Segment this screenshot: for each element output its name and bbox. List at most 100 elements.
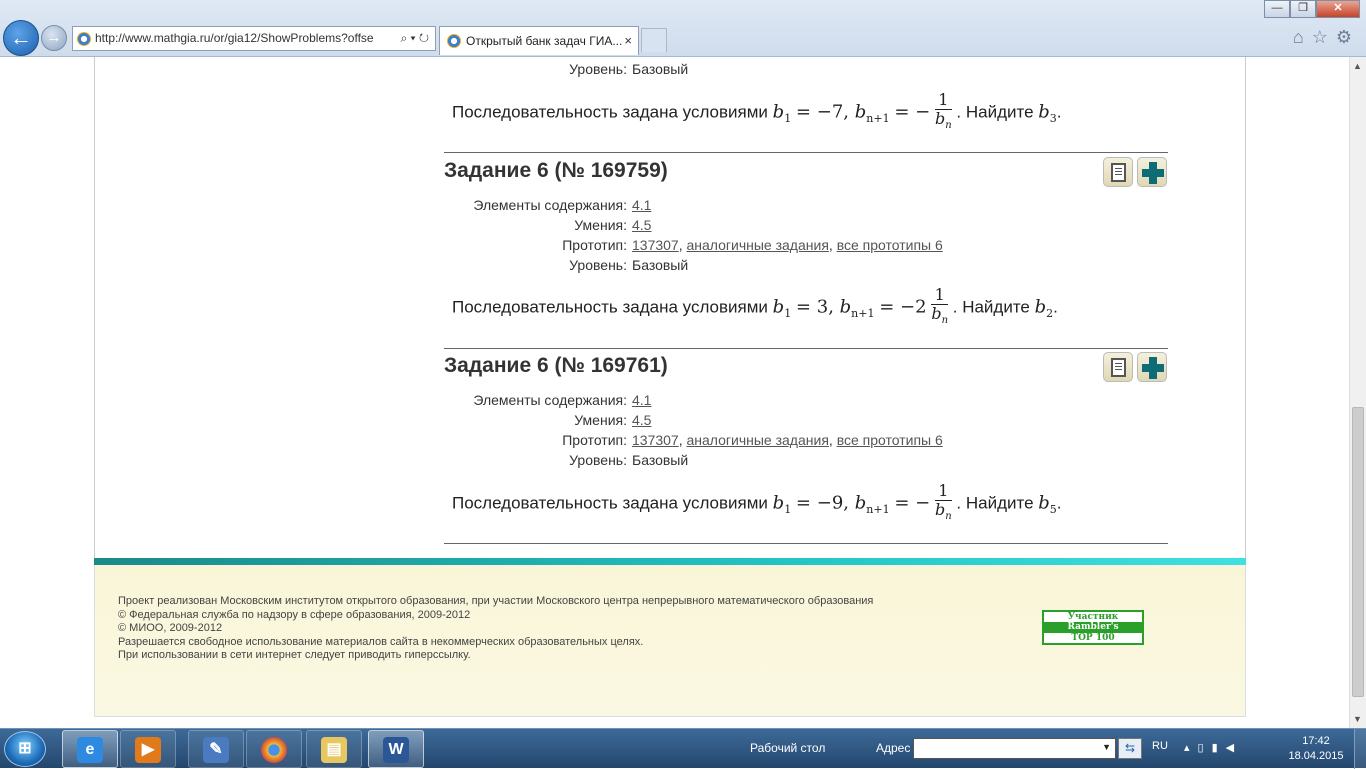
clock-date: 18.04.2015 (1288, 750, 1344, 762)
system-tray[interactable]: ▴▯▮◀ (1184, 741, 1242, 754)
prototype-row: Прототип: 137307, аналогичные задания, в… (562, 432, 943, 448)
rambler-line1: Участник (1067, 612, 1119, 622)
maximize-button[interactable]: ❐ (1290, 0, 1316, 18)
tab-active[interactable]: Открытый банк задач ГИА... × (439, 26, 639, 55)
close-window-button[interactable]: ✕ (1316, 0, 1360, 18)
level-value: Базовый (632, 452, 689, 468)
math-sub: 1 (784, 111, 792, 125)
scroll-thumb[interactable] (1352, 407, 1364, 697)
math-var: b (772, 101, 785, 123)
gear-icon[interactable]: ⚙ (1336, 27, 1360, 47)
problem-suffix: . Найдите (956, 102, 1034, 122)
home-icon[interactable]: ⌂ (1293, 27, 1312, 47)
level-label: Уровень: (569, 452, 627, 468)
rambler-line3: TOP 100 (1044, 632, 1142, 643)
rambler-top100-badge[interactable]: Участник Rambler's TOP 100 (1042, 610, 1144, 645)
prototype-label: Прототип: (562, 237, 627, 253)
add-task-button[interactable] (1137, 157, 1167, 187)
word-icon: W (383, 737, 409, 763)
start-button[interactable]: ⊞ (4, 731, 46, 767)
show-hidden-icons-icon: ▴ (1184, 742, 1198, 754)
taskbar-app-word[interactable]: W (368, 730, 424, 768)
math-sub: 1 (784, 502, 792, 516)
elements-link[interactable]: 4.1 (632, 197, 651, 213)
address-toolbar-label: Адрес (876, 741, 911, 755)
windows-logo-icon: ⊞ (18, 740, 32, 757)
prototype-link[interactable]: 137307 (632, 432, 679, 448)
problem-prefix: Последовательность задана условиями (452, 297, 768, 317)
new-tab-button[interactable] (641, 28, 667, 52)
elements-row: Элементы содержания: 4.1 (0, 197, 1349, 217)
print-task-button[interactable] (1103, 157, 1133, 187)
scroll-up-icon[interactable]: ▲ (1353, 61, 1362, 71)
forward-button[interactable]: → (41, 25, 67, 51)
task-divider (444, 348, 1168, 349)
media-player-icon: ▶ (135, 737, 161, 763)
document-icon (1111, 163, 1126, 182)
math-rhs: −7 (816, 101, 844, 123)
address-controls[interactable]: ⌕ ▾ ↻ (396, 27, 429, 50)
address-bar[interactable]: http://www.mathgia.ru/or/gia12/ShowProbl… (72, 26, 436, 51)
vertical-scrollbar[interactable]: ▲ ▼ (1349, 57, 1366, 728)
back-button[interactable]: ← (3, 20, 39, 56)
show-desktop-button[interactable] (1354, 729, 1366, 769)
math-fraction: 1 bn (931, 285, 949, 327)
skills-row: Умения: 4.5 (0, 217, 1349, 237)
window-controls: — ❐ ✕ (1264, 0, 1360, 18)
math-var: b (772, 492, 785, 514)
math-sub: n+1 (866, 502, 890, 516)
elements-row: Элементы содержания: 4.1 (0, 392, 1349, 412)
print-task-button[interactable] (1103, 352, 1133, 382)
star-icon[interactable]: ☆ (1312, 27, 1336, 47)
level-row: Уровень: Базовый (0, 257, 1349, 277)
url-text: http://www.mathgia.ru/or/gia12/ShowProbl… (95, 31, 374, 45)
all-prototypes-link[interactable]: все прототипы 6 (837, 237, 943, 253)
tab-close-icon[interactable]: × (624, 27, 632, 55)
problem-text: Последовательность задана условиями b1 =… (452, 286, 1058, 330)
math-sign: − (915, 492, 931, 514)
clock[interactable]: 17:42 18.04.2015 (1286, 734, 1346, 764)
problem-prefix: Последовательность задана условиями (452, 102, 768, 122)
similar-tasks-link[interactable]: аналогичные задания (687, 432, 829, 448)
windows-taskbar: ⊞ e ▶ ✎ ▤ W Рабочий стол Адрес ⇆ RU ▴▯▮◀… (0, 728, 1366, 769)
task-title: Задание 6 (№ 169761) (444, 354, 668, 377)
footer-line: Проект реализован Московским институтом … (118, 595, 874, 607)
elements-link[interactable]: 4.1 (632, 392, 651, 408)
task-divider (444, 152, 1168, 153)
taskbar-address-input[interactable] (913, 738, 1116, 759)
similar-tasks-link[interactable]: аналогичные задания (687, 237, 829, 253)
prototype-label: Прототип: (562, 432, 627, 448)
prototype-link[interactable]: 137307 (632, 237, 679, 253)
minimize-button[interactable]: — (1264, 0, 1290, 18)
footer-text: Проект реализован Московским институтом … (118, 595, 873, 663)
taskbar-app-explorer[interactable]: ▤ (306, 730, 362, 768)
taskbar-app-media[interactable]: ▶ (120, 730, 176, 768)
taskbar-app-ie[interactable]: e (62, 730, 118, 768)
rambler-line2: Rambler's (1044, 622, 1142, 632)
scroll-down-icon[interactable]: ▼ (1353, 714, 1362, 724)
document-icon (1111, 358, 1126, 377)
taskbar-go-button[interactable]: ⇆ (1118, 738, 1142, 759)
site-favicon-icon (77, 32, 91, 46)
taskbar-app-chrome[interactable] (246, 730, 302, 768)
internet-explorer-icon: e (77, 737, 103, 763)
math-var: b (1038, 492, 1050, 514)
problem-prefix: Последовательность задана условиями (452, 493, 768, 513)
skills-link[interactable]: 4.5 (632, 217, 651, 233)
math-fraction: 1 bn (934, 481, 952, 523)
math-var: b (854, 492, 867, 514)
math-rhs: −9 (816, 492, 844, 514)
taskbar-app-paint[interactable]: ✎ (188, 730, 244, 768)
skills-link[interactable]: 4.5 (632, 412, 651, 428)
level-label: Уровень: (569, 61, 627, 77)
browser-chrome: ← → http://www.mathgia.ru/or/gia12/ShowP… (0, 0, 1366, 57)
desktop-toolbar-label[interactable]: Рабочий стол (750, 741, 825, 755)
skills-label: Умения: (574, 217, 627, 233)
math-sub: n+1 (851, 306, 875, 320)
all-prototypes-link[interactable]: все прототипы 6 (837, 432, 943, 448)
math-sign: − (900, 296, 916, 318)
back-arrow-icon: ← (10, 25, 32, 50)
paint-icon: ✎ (203, 737, 229, 763)
language-indicator[interactable]: RU (1152, 740, 1168, 752)
add-task-button[interactable] (1137, 352, 1167, 382)
